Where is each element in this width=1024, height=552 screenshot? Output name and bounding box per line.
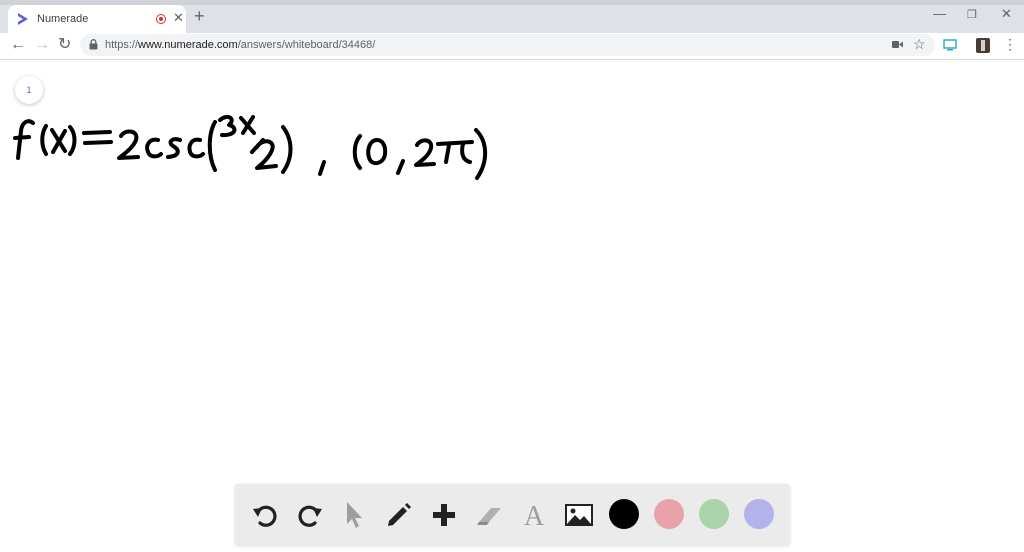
restore-icon[interactable]: ❐ bbox=[967, 8, 977, 21]
plus-icon[interactable] bbox=[428, 499, 460, 531]
new-tab-icon[interactable]: + bbox=[194, 7, 205, 25]
tab-strip: Numerade ✕ + — ❐ ✕ bbox=[0, 0, 1024, 33]
pencil-icon[interactable] bbox=[383, 499, 415, 531]
lock-icon bbox=[89, 39, 98, 50]
bookmark-star-icon[interactable]: ☆ bbox=[913, 36, 926, 53]
text-icon[interactable]: A bbox=[518, 499, 550, 531]
svg-text:A: A bbox=[524, 501, 545, 531]
recording-icon bbox=[156, 14, 166, 24]
browser-tab[interactable]: Numerade ✕ bbox=[8, 5, 186, 33]
url-text: https://www.numerade.com/answers/whitebo… bbox=[105, 39, 375, 51]
numerade-logo-icon bbox=[18, 13, 28, 25]
camera-icon[interactable] bbox=[892, 40, 903, 49]
browser-toolbar: ← → ↻ https://www.numerade.com/answers/w… bbox=[0, 33, 1024, 60]
window-close-icon[interactable]: ✕ bbox=[1001, 6, 1012, 22]
handwritten-expression bbox=[13, 114, 488, 180]
address-bar[interactable]: https://www.numerade.com/answers/whitebo… bbox=[80, 34, 935, 56]
redo-icon[interactable] bbox=[294, 499, 326, 531]
image-icon[interactable] bbox=[563, 499, 595, 531]
reload-icon[interactable]: ↻ bbox=[58, 36, 71, 54]
tab-close-icon[interactable]: ✕ bbox=[173, 10, 184, 26]
color-swatch-purple[interactable] bbox=[744, 499, 774, 529]
color-swatch-black[interactable] bbox=[609, 499, 639, 529]
undo-icon[interactable] bbox=[249, 499, 281, 531]
whiteboard-toolbar: A bbox=[235, 484, 790, 545]
url-prefix: https:// bbox=[105, 39, 139, 51]
forward-icon[interactable]: → bbox=[34, 36, 50, 54]
eraser-icon[interactable] bbox=[473, 499, 505, 531]
url-host: www.numerade.com bbox=[138, 39, 238, 51]
pointer-icon[interactable] bbox=[339, 499, 371, 531]
color-swatch-green[interactable] bbox=[699, 499, 729, 529]
url-path: /answers/whiteboard/34468/ bbox=[237, 39, 376, 51]
cast-icon[interactable] bbox=[943, 38, 957, 52]
minimize-icon[interactable]: — bbox=[933, 6, 946, 21]
color-swatch-pink[interactable] bbox=[654, 499, 684, 529]
profile-avatar-icon[interactable] bbox=[976, 38, 990, 53]
menu-kebab-icon[interactable]: ⋮ bbox=[1003, 36, 1017, 53]
back-icon[interactable]: ← bbox=[10, 36, 26, 54]
tab-title: Numerade bbox=[37, 13, 89, 25]
